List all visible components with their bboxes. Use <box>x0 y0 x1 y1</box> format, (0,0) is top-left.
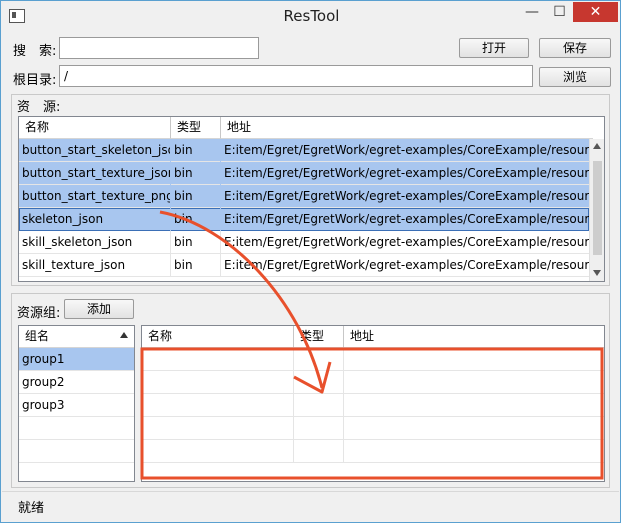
drag-arrow-head-icon <box>293 361 332 394</box>
drag-arrow-annotation <box>159 210 324 389</box>
drop-target-highlight <box>140 347 604 480</box>
drag-annotation-overlay <box>140 210 604 480</box>
